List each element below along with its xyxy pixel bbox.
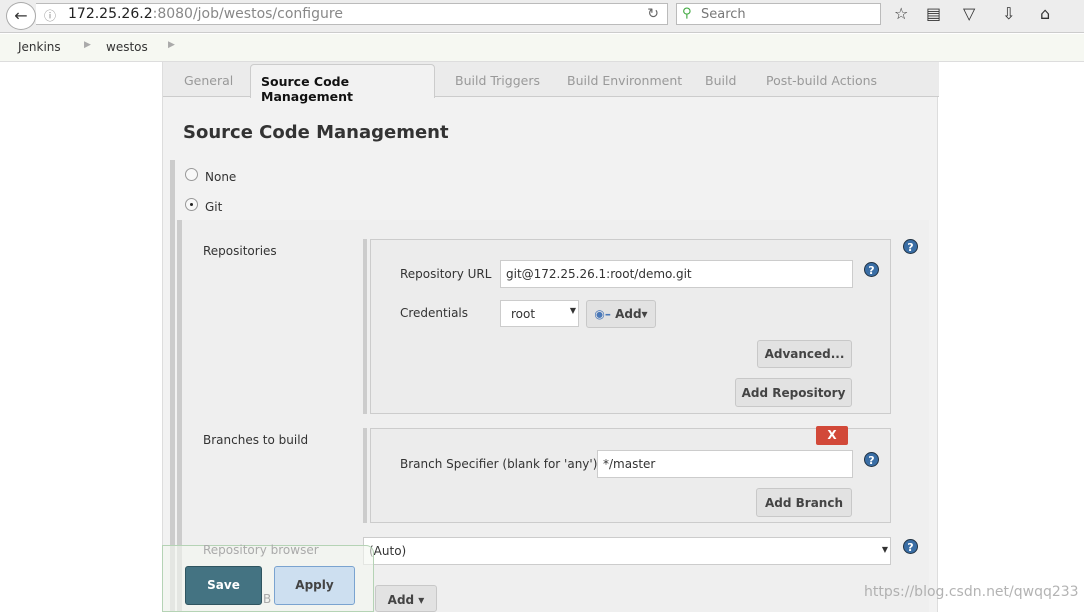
tab-build[interactable]: Build	[705, 73, 736, 88]
help-icon[interactable]: ?	[903, 239, 918, 254]
reading-list-icon[interactable]: ▤	[926, 4, 941, 23]
credentials-label: Credentials	[400, 306, 469, 320]
repository-browser-value: (Auto)	[369, 544, 407, 558]
breadcrumb-separator-icon[interactable]: ▶	[168, 40, 175, 50]
info-icon: ⓘ	[44, 9, 57, 23]
tab-build-triggers[interactable]: Build Triggers	[455, 73, 540, 88]
reload-icon[interactable]: ↻	[647, 6, 659, 22]
breadcrumb-jenkins[interactable]: Jenkins	[18, 40, 61, 54]
repository-browser-select[interactable]: (Auto) ▼	[363, 537, 891, 565]
advanced-button[interactable]: Advanced...	[757, 340, 852, 368]
add-credentials-button[interactable]: ◉– Add▾	[586, 300, 656, 328]
save-button[interactable]: Save	[185, 566, 262, 605]
tab-source-code-management[interactable]: Source Code Management	[250, 64, 435, 104]
bookmark-star-icon[interactable]: ☆	[894, 4, 908, 23]
add-behaviour-button[interactable]: Add ▾	[375, 585, 437, 612]
url-host: 172.25.26.2	[68, 6, 153, 22]
dropdown-arrow-icon: ▼	[569, 306, 576, 315]
tab-post-build-actions[interactable]: Post-build Actions	[766, 73, 877, 88]
help-icon[interactable]: ?	[864, 262, 879, 277]
credentials-value: root	[511, 307, 536, 321]
add-behaviour-label: Add	[387, 593, 415, 607]
scm-git-radio[interactable]	[185, 198, 198, 211]
apply-button[interactable]: Apply	[274, 566, 355, 605]
tab-build-environment[interactable]: Build Environment	[567, 73, 682, 88]
repository-url-label: Repository URL	[400, 267, 492, 281]
search-placeholder: Search	[701, 7, 746, 22]
repositories-bar	[363, 239, 367, 414]
download-icon[interactable]: ⇩	[1002, 4, 1015, 23]
url-bar[interactable]: ⓘ 172.25.26.2:8080/job/westos/configure …	[36, 3, 668, 25]
home-icon[interactable]: ⌂	[1040, 4, 1050, 23]
branches-bar	[363, 428, 367, 523]
add-repository-button[interactable]: Add Repository	[735, 378, 852, 407]
tab-bar: General Source Code Management Build Tri…	[163, 62, 939, 104]
back-button[interactable]: ←	[6, 2, 36, 30]
key-icon: ◉–	[594, 307, 611, 321]
add-branch-button[interactable]: Add Branch	[756, 488, 852, 517]
browser-toolbar: ← ⓘ 172.25.26.2:8080/job/westos/configur…	[0, 0, 1084, 33]
watermark: https://blog.csdn.net/qwqq233	[864, 584, 1079, 600]
branch-specifier-input[interactable]: */master	[597, 450, 853, 478]
breadcrumb-separator-icon[interactable]: ▶	[84, 40, 91, 50]
scm-none-radio[interactable]	[185, 168, 198, 181]
repositories-label: Repositories	[203, 244, 277, 258]
repository-browser-label: Repository browser	[203, 543, 319, 557]
search-icon: ⚲	[682, 6, 692, 21]
scm-none-label: None	[205, 170, 237, 184]
delete-branch-button[interactable]: X	[816, 426, 848, 445]
additional-behaviours-label: B	[263, 592, 272, 606]
pocket-icon[interactable]: ▽	[963, 4, 975, 23]
breadcrumb-westos[interactable]: westos	[106, 40, 148, 54]
scm-git-label: Git	[205, 200, 223, 214]
dropdown-arrow-icon: ▼	[881, 545, 888, 554]
branch-specifier-label: Branch Specifier (blank for 'any')	[400, 457, 598, 471]
help-icon[interactable]: ?	[864, 452, 879, 467]
url-text: 172.25.26.2:8080/job/westos/configure	[68, 6, 343, 22]
search-input[interactable]: ⚲ Search	[676, 3, 881, 25]
credentials-select[interactable]: root ▼	[500, 300, 579, 327]
breadcrumb: Jenkins ▶ westos ▶	[0, 34, 1084, 62]
help-icon[interactable]: ?	[903, 539, 918, 554]
tab-general[interactable]: General	[184, 73, 233, 88]
config-panel: General Source Code Management Build Tri…	[162, 62, 939, 612]
add-credentials-label: Add	[615, 307, 642, 321]
repository-url-input[interactable]: git@172.25.26.1:root/demo.git	[500, 260, 853, 288]
url-path: :8080/job/westos/configure	[152, 6, 343, 22]
section-title: Source Code Management	[183, 122, 449, 143]
branches-label: Branches to build	[203, 433, 309, 447]
